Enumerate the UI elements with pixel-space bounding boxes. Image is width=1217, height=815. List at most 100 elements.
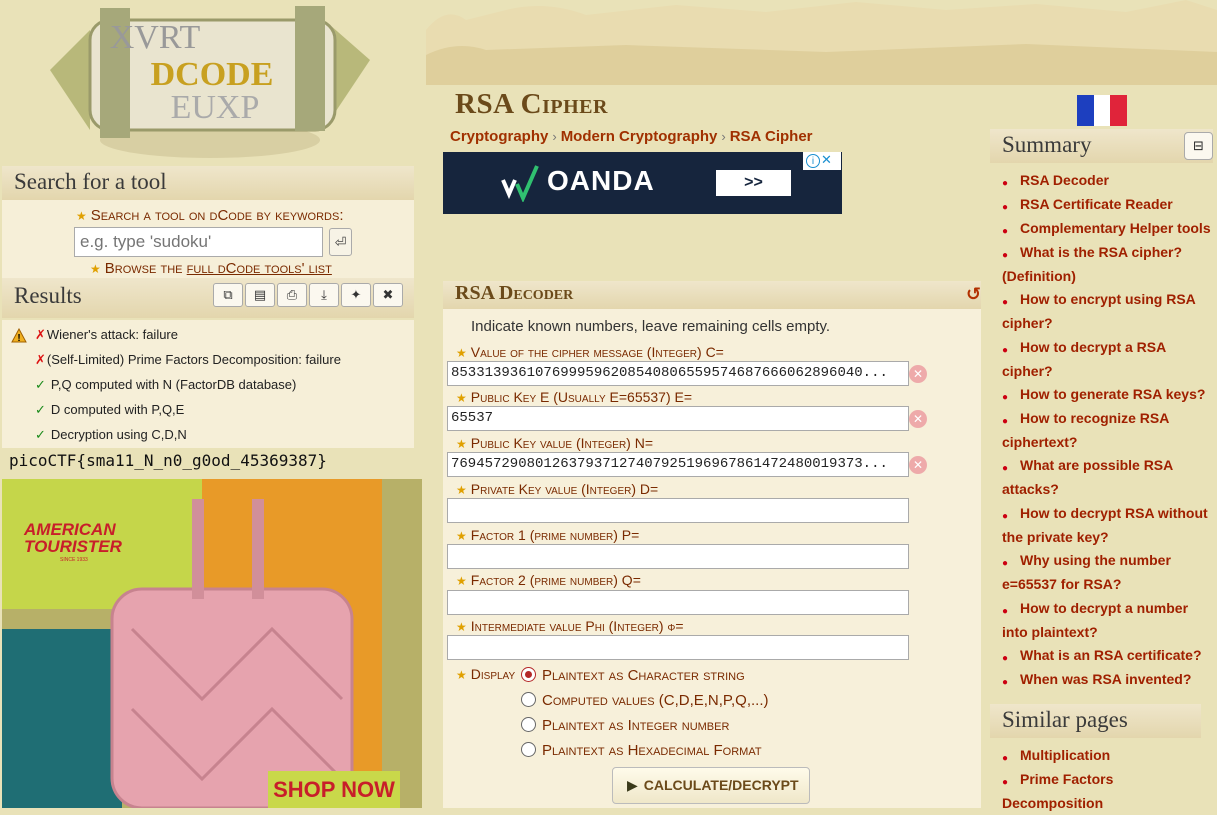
close-results-button[interactable]: ✖ <box>373 283 403 307</box>
public-key-e-input[interactable]: 65537 <box>447 406 909 431</box>
oanda-brand: OANDA <box>547 165 655 196</box>
summary-link[interactable]: ● Complementary Helper tools <box>1002 217 1212 241</box>
decoder-panel-title: RSA Decoder <box>443 281 981 309</box>
search-submit-button[interactable]: ⏎ <box>329 228 352 256</box>
close-icon: ✖ <box>382 287 394 302</box>
summary-link[interactable]: ● RSA Certificate Reader <box>1002 193 1212 217</box>
clear-cipher-icon[interactable]: ✕ <box>909 365 927 383</box>
factor-p-input[interactable] <box>447 544 909 569</box>
bullet-icon: ● <box>1002 606 1009 617</box>
logo-bottom-letters: EUXP <box>171 89 260 126</box>
phi-label: ★ Intermediate value Phi (Integer) φ= <box>456 618 684 634</box>
ad-shop-now-button[interactable]: SHOP NOW <box>268 771 400 808</box>
breadcrumb-link-cryptography[interactable]: Cryptography <box>450 128 548 145</box>
ad-brand-name: AMERICAN TOURISTER <box>24 520 122 556</box>
result-line: ✓ Decryption using C,D,N <box>35 427 187 442</box>
summary-link[interactable]: ● How to decrypt a RSA cipher? <box>1002 336 1212 383</box>
flag-red-stripe <box>1110 95 1128 126</box>
summary-link[interactable]: ● What are possible RSA attacks? <box>1002 454 1212 501</box>
summary-link[interactable]: ● How to recognize RSA ciphertext? <box>1002 407 1212 454</box>
display-option-computed-values[interactable]: Computed values (C,D,E,N,P,Q,...) <box>521 692 769 709</box>
warning-icon: ! <box>11 328 27 343</box>
ad-close-icon[interactable]: ✕ <box>821 152 832 167</box>
clipboard-button[interactable]: ▤ <box>245 283 275 307</box>
phi-input[interactable] <box>447 635 909 660</box>
clear-n-icon[interactable]: ✕ <box>909 456 927 474</box>
oanda-cta-button[interactable]: >> <box>716 170 791 196</box>
public-key-n-input[interactable]: 7694572908012637937127407925196967861472… <box>447 452 909 477</box>
display-option-hexadecimal[interactable]: Plaintext as Hexadecimal Format <box>521 742 762 759</box>
cipher-message-label: ★ Value of the cipher message (Integer) C… <box>456 344 724 360</box>
bullet-icon: ● <box>1002 511 1009 522</box>
cipher-message-input[interactable]: 8533139361076999596208540806559574687666… <box>447 361 909 386</box>
bullet-icon: ● <box>1002 558 1009 569</box>
dcode-logo[interactable]: XVRT DCODE EUXP <box>40 0 380 165</box>
collapse-summary-button[interactable]: ⊟ <box>1184 132 1213 160</box>
ad-brand-since: SINCE 1933 <box>60 557 88 563</box>
result-line: ✓ P,Q computed with N (FactorDB database) <box>35 377 297 392</box>
oanda-logo-icon <box>501 165 539 202</box>
bullet-icon: ● <box>1002 753 1009 764</box>
advertisement-top[interactable]: OANDA >> i ✕ <box>443 152 842 214</box>
enter-icon: ⏎ <box>334 234 347 250</box>
result-line: ✗(Self-Limited) Prime Factors Decomposit… <box>35 352 341 367</box>
display-option-integer[interactable]: Plaintext as Integer number <box>521 717 729 734</box>
breadcrumb-link-modern-cryptography[interactable]: Modern Cryptography <box>561 128 718 145</box>
radio-icon[interactable] <box>521 692 536 707</box>
star-icon: ★ <box>456 483 467 497</box>
advertisement-left[interactable]: AMERICAN TOURISTER SINCE 1933 SHOP NOW <box>2 479 422 808</box>
factor-q-input[interactable] <box>447 590 909 615</box>
factor-q-label: ★ Factor 2 (prime number) Q= <box>456 572 641 588</box>
bullet-icon: ● <box>1002 202 1009 213</box>
summary-link[interactable]: ● When was RSA invented? <box>1002 668 1212 692</box>
bullet-icon: ● <box>1002 677 1009 688</box>
result-line: ✗Wiener's attack: failure <box>35 327 178 342</box>
star-icon: ★ <box>456 668 467 682</box>
bullet-icon: ● <box>1002 297 1009 308</box>
clear-e-icon[interactable]: ✕ <box>909 410 927 428</box>
bullet-icon: ● <box>1002 250 1009 261</box>
private-key-d-input[interactable] <box>447 498 909 523</box>
star-icon: ★ <box>456 391 467 405</box>
radio-icon[interactable] <box>521 742 536 757</box>
summary-title: Summary <box>990 129 1213 163</box>
summary-link[interactable]: ● How to generate RSA keys? <box>1002 383 1212 407</box>
summary-link[interactable]: ● What is an RSA certificate? <box>1002 644 1212 668</box>
summary-link[interactable]: ● How to decrypt RSA without the private … <box>1002 502 1212 549</box>
pin-button[interactable]: ✦ <box>341 283 371 307</box>
failure-icon: ✗ <box>35 327 46 342</box>
reset-icon[interactable]: ↺ <box>966 284 981 305</box>
display-option-character-string[interactable]: Plaintext as Character string <box>521 667 745 684</box>
info-icon[interactable]: i <box>806 154 820 168</box>
french-flag-link[interactable] <box>1077 95 1128 126</box>
success-icon: ✓ <box>35 377 46 392</box>
clipboard-icon: ▤ <box>253 287 267 302</box>
summary-link[interactable]: ● How to decrypt a number into plaintext? <box>1002 597 1212 644</box>
print-icon: ⎙ <box>286 287 298 302</box>
flag-white-stripe <box>1093 95 1111 126</box>
result-line: ✓ D computed with P,Q,E <box>35 402 185 417</box>
private-key-d-label: ★ Private Key value (Integer) D= <box>456 481 659 497</box>
similar-link[interactable]: ● Multiplication <box>1002 744 1212 768</box>
bullet-icon: ● <box>1002 226 1009 237</box>
radio-icon[interactable] <box>521 717 536 732</box>
decrypted-output[interactable]: picoCTF{sma11_N_n0_g0od_45369387} <box>9 451 327 470</box>
star-icon: ★ <box>456 620 467 634</box>
similar-pages-title: Similar pages <box>990 704 1201 738</box>
download-button[interactable]: ⤓ <box>309 283 339 307</box>
search-input[interactable] <box>74 227 323 257</box>
star-icon: ★ <box>90 262 101 276</box>
summary-link[interactable]: ● How to encrypt using RSA cipher? <box>1002 288 1212 335</box>
breadcrumb-link-rsa-cipher[interactable]: RSA Cipher <box>730 128 813 145</box>
display-label: ★ Display <box>456 666 516 682</box>
copy-button[interactable]: ⧉ <box>213 283 243 307</box>
summary-link[interactable]: ● What is the RSA cipher? (Definition) <box>1002 241 1212 288</box>
ad-choices[interactable]: i ✕ <box>803 152 841 170</box>
print-button[interactable]: ⎙ <box>277 283 307 307</box>
summary-link[interactable]: ● Why using the number e=65537 for RSA? <box>1002 549 1212 596</box>
breadcrumb-separator: › <box>552 129 557 144</box>
radio-selected-icon[interactable] <box>521 667 536 682</box>
calculate-decrypt-button[interactable]: ▶ CALCULATE/DECRYPT <box>612 767 810 804</box>
summary-link[interactable]: ● RSA Decoder <box>1002 169 1212 193</box>
full-tools-list-link[interactable]: full dCode tools' list <box>187 260 332 277</box>
